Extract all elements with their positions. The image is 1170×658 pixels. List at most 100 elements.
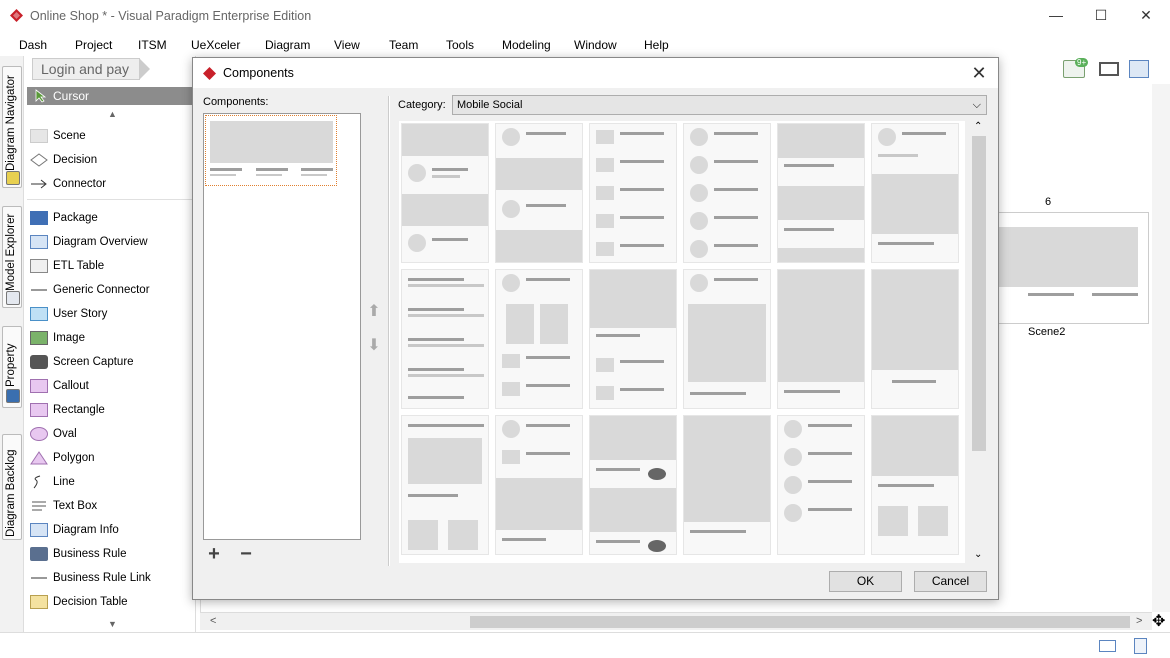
gallery-tile[interactable] [871,123,959,263]
gallery-scroll-thumb[interactable] [972,136,986,451]
palette-item-user-story[interactable]: User Story [30,306,190,324]
palette-item-etl-table[interactable]: ETL Table [30,258,190,276]
gallery-tile[interactable] [683,123,771,263]
tile-image-placeholder [590,488,676,532]
palette-item-text-box[interactable]: Text Box [30,498,190,516]
tile-line [408,374,484,377]
move-up-icon[interactable]: ⬆ [365,301,383,320]
horizontal-scrollbar[interactable]: < > [200,612,1152,630]
menu-team[interactable]: Team [389,38,418,52]
tab-property[interactable]: Property [2,326,22,408]
palette-item-business-rule[interactable]: Business Rule [30,546,190,564]
breadcrumb[interactable]: Login and pay [32,58,150,80]
tile-line [596,334,640,337]
gallery-tile[interactable] [683,415,771,555]
components-list[interactable] [203,113,361,540]
tile-line [714,188,758,191]
gallery-tile[interactable] [777,269,865,409]
dialog-splitter[interactable] [388,96,390,566]
palette-item-scene[interactable]: Scene [30,128,190,146]
move-down-icon[interactable]: ⬇ [365,335,383,354]
selected-component-thumbnail[interactable] [205,115,337,186]
menu-project[interactable]: Project [75,38,112,52]
tile-thumb [596,214,614,228]
gallery-tile[interactable] [495,123,583,263]
tab-model-explorer[interactable]: Model Explorer [2,206,22,308]
gallery-tile[interactable] [777,415,865,555]
close-window-button[interactable]: ✕ [1123,0,1169,30]
palette-item-line[interactable]: Line [30,474,190,492]
gallery-tile[interactable] [871,269,959,409]
tile-line [690,530,746,533]
palette-item-label: Diagram Overview [53,236,148,248]
gallery-tile[interactable] [589,415,677,555]
scroll-left-icon[interactable]: < [210,615,216,627]
menu-view[interactable]: View [334,38,360,52]
palette-item-callout[interactable]: Callout [30,378,190,396]
tile-video-placeholder [872,174,958,234]
mail-icon[interactable] [1099,640,1116,652]
palette-item-diagram-overview[interactable]: Diagram Overview [30,234,190,252]
palette-scroll-up-icon[interactable]: ▲ [108,109,117,119]
tile-avatar [690,128,708,146]
palette-item-package[interactable]: Package [30,210,190,228]
gallery-tile[interactable] [683,269,771,409]
gallery-tile[interactable] [401,415,489,555]
scroll-right-icon[interactable]: > [1136,615,1142,627]
component-gallery[interactable] [399,121,965,563]
gallery-tile[interactable] [495,415,583,555]
tab-diagram-navigator[interactable]: Diagram Navigator [2,66,22,188]
pan-icon[interactable]: ✥ [1152,614,1168,630]
right-scroll-strip[interactable] [1152,84,1170,612]
palette-item-business-rule-link[interactable]: Business Rule Link [30,570,190,588]
palette-item-generic-connector[interactable]: Generic Connector [30,282,190,300]
gallery-tile[interactable] [777,123,865,263]
ok-button[interactable]: OK [829,571,902,592]
palette-item-decision-table[interactable]: Decision Table [30,594,190,612]
scroll-up-icon[interactable]: ⌃ [974,121,982,132]
category-select[interactable]: Mobile Social ⌵ [452,95,987,115]
palette-item-connector[interactable]: Connector [30,176,190,194]
business-rule-link-icon [31,577,47,579]
palette-item-oval[interactable]: Oval [30,426,190,444]
menu-tools[interactable]: Tools [446,38,474,52]
menu-modeling[interactable]: Modeling [502,38,551,52]
palette-item-image[interactable]: Image [30,330,190,348]
gallery-tile[interactable] [589,269,677,409]
palette-item-decision[interactable]: Decision [30,152,190,170]
cursor-icon [35,89,47,103]
maximize-button[interactable]: ☐ [1078,0,1124,30]
gallery-tile[interactable] [589,123,677,263]
palette-item-polygon[interactable]: Polygon [30,450,190,468]
fit-diagram-button[interactable] [1097,58,1121,80]
tile-line [408,368,464,371]
menu-dash[interactable]: Dash [19,38,47,52]
scroll-down-icon[interactable]: ⌄ [974,549,982,560]
layout-button[interactable] [1127,58,1151,80]
palette-scroll-down-icon[interactable]: ▼ [108,619,117,629]
gallery-vertical-scrollbar[interactable]: ⌃ ⌄ [971,121,987,563]
palette-cursor[interactable]: Cursor [27,87,194,105]
tab-diagram-backlog[interactable]: Diagram Backlog [2,434,22,540]
palette-item-screen-capture[interactable]: Screen Capture [30,354,190,372]
menu-uexceler[interactable]: UeXceler [191,38,240,52]
menu-itsm[interactable]: ITSM [138,38,167,52]
add-component-button[interactable]: + [203,543,225,565]
notification-button[interactable]: 9+ [1063,58,1089,80]
menu-window[interactable]: Window [574,38,617,52]
gallery-tile[interactable] [401,269,489,409]
scene-frame[interactable] [997,212,1149,324]
gallery-tile[interactable] [495,269,583,409]
menu-help[interactable]: Help [644,38,669,52]
gallery-tile[interactable] [401,123,489,263]
menu-diagram[interactable]: Diagram [265,38,310,52]
cancel-button[interactable]: Cancel [914,571,987,592]
horizontal-scroll-thumb[interactable] [470,616,1130,628]
palette-item-rectangle[interactable]: Rectangle [30,402,190,420]
minimize-button[interactable]: — [1033,0,1079,30]
remove-component-button[interactable]: − [235,543,257,565]
dialog-close-icon[interactable]: ✕ [968,62,990,84]
gallery-tile[interactable] [871,415,959,555]
palette-item-diagram-info[interactable]: Diagram Info [30,522,190,540]
document-icon[interactable] [1134,638,1147,654]
